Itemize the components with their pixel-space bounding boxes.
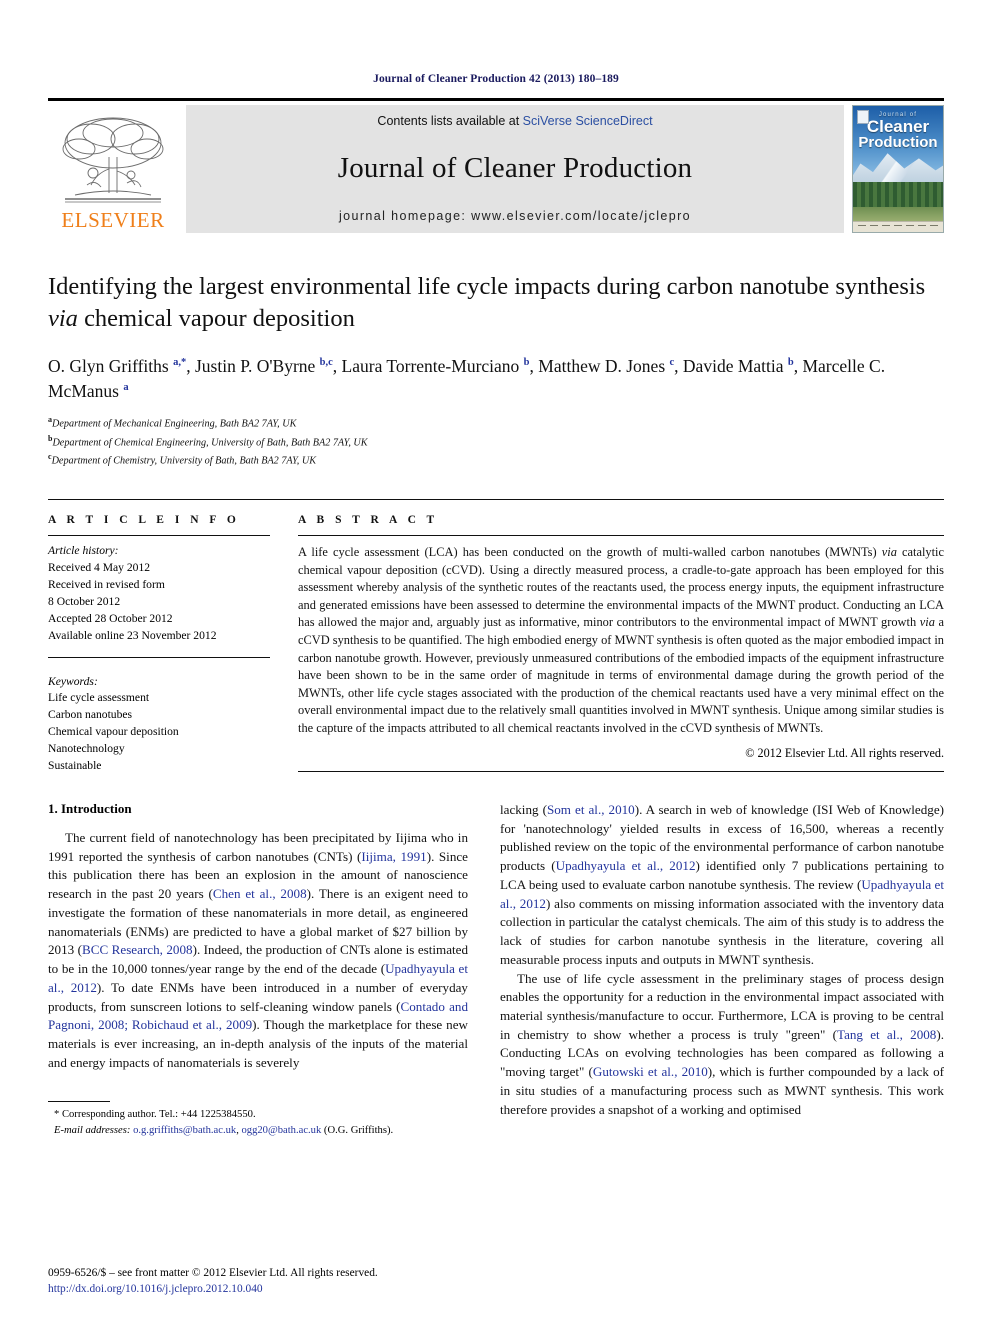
title-block: Identifying the largest environmental li… — [48, 271, 944, 469]
journal-cover-thumbnail: Journal of Cleaner Production — [852, 105, 944, 233]
page-title: Identifying the largest environmental li… — [48, 271, 944, 335]
article-history-item: 8 October 2012 — [48, 594, 121, 608]
affiliation-item: cDepartment of Chemistry, University of … — [48, 451, 944, 469]
section-heading-introduction: 1. Introduction — [48, 801, 132, 817]
contents-lists-prefix: Contents lists available at — [377, 114, 523, 128]
keywords-list: Keywords: Life cycle assessment Carbon n… — [48, 674, 270, 776]
journal-title: Journal of Cleaner Production — [337, 152, 693, 184]
article-history-item: Received in revised form — [48, 577, 165, 591]
keywords-label: Keywords: — [48, 674, 98, 688]
affiliation-item: bDepartment of Chemical Engineering, Uni… — [48, 433, 944, 451]
abstract-column: A B S T R A C T A life cycle assessment … — [298, 514, 944, 775]
cover-logo-badge — [857, 110, 869, 124]
masthead-container: ELSEVIER Contents lists available at Sci… — [48, 98, 944, 233]
copyright-line: © 2012 Elsevier Ltd. All rights reserved… — [745, 745, 944, 760]
info-abstract-region: A R T I C L E I N F O Article history: R… — [48, 498, 944, 775]
paper-page: Journal of Cleaner Production 42 (2013) … — [0, 0, 992, 1323]
elsevier-tree-icon — [57, 113, 169, 209]
title-line-2-post: chemical vapour deposition — [77, 304, 355, 332]
article-history-item: Received 4 May 2012 — [48, 560, 151, 574]
cover-production: Production — [858, 134, 938, 151]
issn-front-matter-line: 0959-6526/$ – see front matter © 2012 El… — [48, 1266, 378, 1279]
cover-meadow — [853, 206, 943, 222]
body-columns: 1. Introduction The current field of nan… — [48, 801, 944, 1136]
abstract-rule — [298, 534, 944, 536]
keyword-item: Sustainable — [48, 759, 102, 773]
keyword-item: Chemical vapour deposition — [48, 725, 179, 739]
contents-lists-line: Contents lists available at SciVerse Sci… — [377, 114, 652, 128]
corresponding-author-note: * Corresponding author. Tel.: +44 122538… — [54, 1109, 256, 1121]
email-addresses-note: E-mail addresses: o.g.griffiths@bath.ac.… — [54, 1124, 394, 1136]
article-info-column: A R T I C L E I N F O Article history: R… — [48, 514, 270, 775]
running-head: Journal of Cleaner Production 42 (2013) … — [373, 73, 619, 85]
abstract-heading: A B S T R A C T — [298, 513, 439, 526]
doi-link[interactable]: http://dx.doi.org/10.1016/j.jclepro.2012… — [48, 1281, 478, 1298]
masthead-center-panel: Contents lists available at SciVerse Sci… — [186, 105, 844, 233]
title-line-1: Identifying the largest environmental li… — [48, 273, 830, 300]
keyword-item: Carbon nanotubes — [48, 708, 133, 722]
paragraph: The use of life cycle assessment in the … — [500, 970, 944, 1117]
keyword-item: Life cycle assessment — [48, 691, 150, 705]
masthead: ELSEVIER Contents lists available at Sci… — [48, 105, 944, 233]
footnote-rule — [48, 1101, 110, 1103]
abstract-bottom-rule — [298, 770, 944, 772]
cover-treeline — [853, 181, 943, 210]
article-history-block: Article history: Received 4 May 2012 Rec… — [48, 543, 270, 645]
abstract-text: A life cycle assessment (LCA) has been c… — [298, 544, 944, 736]
article-history-item: Accepted 28 October 2012 — [48, 611, 173, 625]
journal-homepage-link[interactable]: journal homepage: www.elsevier.com/locat… — [339, 209, 691, 223]
keyword-item: Nanotechnology — [48, 742, 125, 756]
title-line-2-pre: synthesis — [835, 273, 926, 300]
body-column-right: lacking (Som et al., 2010). A search in … — [500, 801, 944, 1119]
elsevier-logo: ELSEVIER — [48, 105, 178, 233]
title-line-2-italic: via — [48, 304, 78, 332]
footnote-zone: * Corresponding author. Tel.: +44 122538… — [48, 1101, 468, 1139]
paragraph: lacking (Som et al., 2010). A search in … — [500, 802, 945, 967]
article-history-label: Article history: — [48, 543, 119, 557]
body-column-left: 1. Introduction The current field of nan… — [48, 801, 469, 1136]
article-info-heading: A R T I C L E I N F O — [48, 513, 240, 526]
article-info-rule — [48, 534, 270, 536]
sciencedirect-link[interactable]: SciVerse ScienceDirect — [523, 114, 653, 128]
author-list: O. Glyn Griffiths a,*, Justin P. O'Byrne… — [48, 355, 886, 401]
affiliation-text: Department of Chemical Engineering, Univ… — [52, 436, 368, 448]
elsevier-wordmark: ELSEVIER — [61, 208, 165, 232]
keywords-block: Keywords: Life cycle assessment Carbon n… — [48, 656, 270, 776]
article-history-item: Available online 23 November 2012 — [48, 628, 217, 642]
affiliation-text: Department of Mechanical Engineering, Ba… — [52, 418, 297, 430]
affiliation-text: Department of Chemistry, University of B… — [51, 455, 317, 467]
paragraph: The current field of nanotechnology has … — [48, 830, 469, 1070]
page-footer: 0959-6526/$ – see front matter © 2012 El… — [48, 1265, 478, 1298]
affiliation-item: aDepartment of Mechanical Engineering, B… — [48, 414, 944, 432]
cover-footer-band — [853, 220, 943, 232]
affiliation-list: aDepartment of Mechanical Engineering, B… — [48, 414, 944, 469]
